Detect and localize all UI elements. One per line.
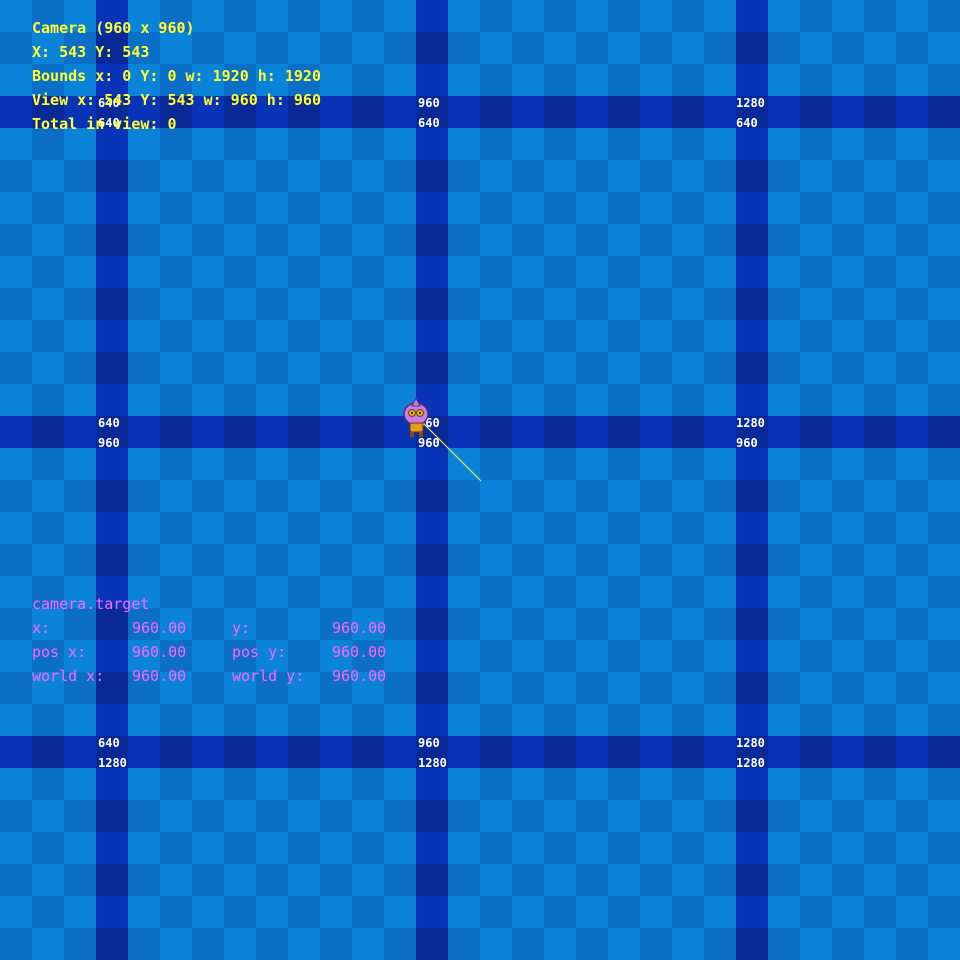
grid-label-x: 1280 <box>736 416 765 430</box>
grid-label-y: 1280 <box>98 756 127 770</box>
target-y-label: y: <box>232 619 251 637</box>
player-sprite <box>403 396 429 437</box>
camera-position: X: 543 Y: 543 <box>32 43 150 61</box>
grid-label-x: 640 <box>98 416 120 430</box>
target-pos-x-value: 960.00 <box>132 643 187 661</box>
target-world-x-value: 960.00 <box>132 667 187 685</box>
target-row-pos: pos x: 960.00 pos y: 960.00 <box>32 640 402 664</box>
target-world-y-value: 960.00 <box>332 667 387 685</box>
grid-label-y: 640 <box>736 116 758 130</box>
grid-label-y: 640 <box>418 116 440 130</box>
grid-row-1280 <box>0 736 960 768</box>
camera-title: Camera (960 x 960) <box>32 19 195 37</box>
grid-label-x: 1280 <box>736 736 765 750</box>
camera-target-panel: camera.target x: 960.00 y: 960.00 pos x:… <box>32 592 402 688</box>
camera-view: View x: 543 Y: 543 w: 960 h: 960 <box>32 91 321 109</box>
camera-target-title: camera.target <box>32 595 150 613</box>
camera-bounds: Bounds x: 0 Y: 0 w: 1920 h: 1920 <box>32 67 321 85</box>
grid-column-1280 <box>736 0 768 960</box>
grid-label-y: 960 <box>736 436 758 450</box>
grid-label-x: 960 <box>418 736 440 750</box>
target-x-value: 960.00 <box>132 619 187 637</box>
target-world-x-label: world x: <box>32 667 105 685</box>
target-x-label: x: <box>32 619 51 637</box>
grid-label-x: 640 <box>98 736 120 750</box>
target-world-y-label: world y: <box>232 667 305 685</box>
grid-label-x: 960 <box>418 96 440 110</box>
target-y-value: 960.00 <box>332 619 387 637</box>
camera-debug-panel: Camera (960 x 960) X: 543 Y: 543 Bounds … <box>32 16 321 136</box>
grid-label-y: 1280 <box>736 756 765 770</box>
grid-label-y: 960 <box>98 436 120 450</box>
grid-label-x: 1280 <box>736 96 765 110</box>
target-pos-y-label: pos y: <box>232 643 287 661</box>
target-row-xy: x: 960.00 y: 960.00 <box>32 616 402 640</box>
grid-row-960 <box>0 416 960 448</box>
camera-total-in-view: Total in view: 0 <box>32 115 177 133</box>
aim-line <box>419 419 482 482</box>
target-pos-y-value: 960.00 <box>332 643 387 661</box>
target-pos-x-label: pos x: <box>32 643 87 661</box>
grid-label-y: 1280 <box>418 756 447 770</box>
grid-column-640 <box>96 0 128 960</box>
target-row-world: world x: 960.00 world y: 960.00 <box>32 664 402 688</box>
grid-label-y: 960 <box>418 436 440 450</box>
grid-column-960 <box>416 0 448 960</box>
